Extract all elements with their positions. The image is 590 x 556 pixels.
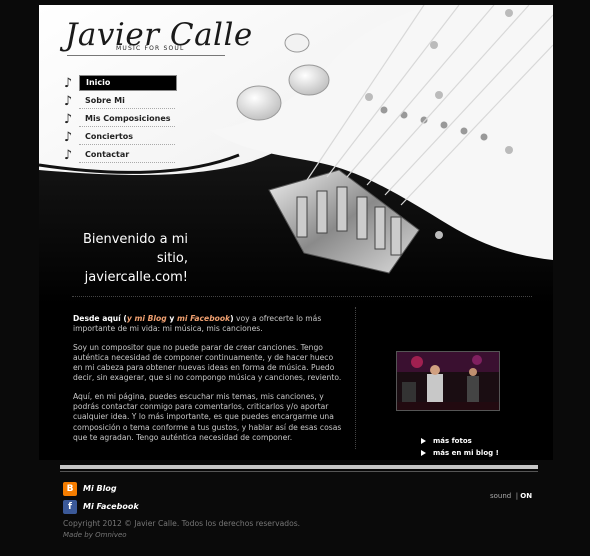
nav-item-label[interactable]: Sobre Mi xyxy=(79,94,175,109)
welcome-line-2: javiercalle.com! xyxy=(84,270,188,285)
page-frame: Javier Calle MUSIC FOR SOUL ♪ Inicio ♪ S… xyxy=(39,5,553,460)
social-links: B Mi Blog f Mi Facebook xyxy=(63,480,139,516)
nav-item-label[interactable]: Mis Composiciones xyxy=(79,112,175,127)
nav-item-mis-composiciones[interactable]: ♪ Mis Composiciones xyxy=(61,110,181,128)
nav-item-label[interactable]: Conciertos xyxy=(79,130,175,145)
more-photos-link[interactable]: más fotos xyxy=(421,435,499,447)
side-links: más fotos más en mi blog ! xyxy=(421,435,499,459)
nav-item-label[interactable]: Contactar xyxy=(79,148,175,163)
intro-paragraph-2: Soy un compositor que no puede parar de … xyxy=(73,342,342,383)
intro-text: Desde aquí (y mi Blog y mi Facebook) voy… xyxy=(73,314,343,451)
blog-label[interactable]: Mi Blog xyxy=(83,484,117,493)
nav-item-contactar[interactable]: ♪ Contactar xyxy=(61,146,181,164)
music-note-icon: ♪ xyxy=(63,93,73,109)
facebook-social-link[interactable]: f Mi Facebook xyxy=(63,498,139,515)
nav-item-label[interactable]: Inicio xyxy=(79,75,177,91)
facebook-link-inline[interactable]: mi Facebook xyxy=(177,314,230,323)
sound-toggle[interactable]: sound | ON xyxy=(490,492,532,500)
nav-item-inicio[interactable]: ♪ Inicio xyxy=(61,74,181,92)
intro-paragraph-3: Aquí, en mi página, puedes escuchar mis … xyxy=(73,391,342,442)
blog-link-inline[interactable]: y mi Blog xyxy=(127,314,167,323)
footer-bar-line xyxy=(60,471,538,472)
sound-separator: | xyxy=(515,492,519,500)
logo-divider xyxy=(67,55,225,56)
section-divider xyxy=(72,296,532,297)
made-by-text[interactable]: Made by Omniveo xyxy=(63,531,127,539)
column-divider xyxy=(355,307,356,449)
copyright-text: Copyright 2012 © Javier Calle. Todos los… xyxy=(63,519,301,528)
welcome-line-1: Bienvenido a mi sitio, xyxy=(82,232,188,266)
blogger-icon[interactable]: B xyxy=(63,481,77,496)
intro-conj: y xyxy=(166,314,177,323)
music-note-icon: ♪ xyxy=(63,75,73,91)
sound-label: sound xyxy=(490,492,512,500)
intro-lead: Desde aquí ( xyxy=(73,314,127,323)
welcome-heading: Bienvenido a mi sitio, javiercalle.com! xyxy=(73,230,188,287)
music-note-icon: ♪ xyxy=(63,111,73,127)
sound-state[interactable]: ON xyxy=(520,492,532,500)
main-nav: ♪ Inicio ♪ Sobre Mi ♪ Mis Composiciones … xyxy=(61,74,181,164)
intro-paragraph-1: Desde aquí (y mi Blog y mi Facebook) voy… xyxy=(73,314,343,335)
nav-item-conciertos[interactable]: ♪ Conciertos xyxy=(61,128,181,146)
site-tagline: MUSIC FOR SOUL xyxy=(116,45,185,52)
music-note-icon: ♪ xyxy=(63,129,73,145)
nav-item-sobre-mi[interactable]: ♪ Sobre Mi xyxy=(61,92,181,110)
music-note-icon: ♪ xyxy=(63,147,73,163)
footer-bar xyxy=(60,465,538,469)
more-blog-link[interactable]: más en mi blog ! xyxy=(421,447,499,459)
concert-photo[interactable] xyxy=(396,351,500,411)
blog-social-link[interactable]: B Mi Blog xyxy=(63,480,139,497)
facebook-icon[interactable]: f xyxy=(63,499,77,514)
facebook-label[interactable]: Mi Facebook xyxy=(83,502,139,511)
